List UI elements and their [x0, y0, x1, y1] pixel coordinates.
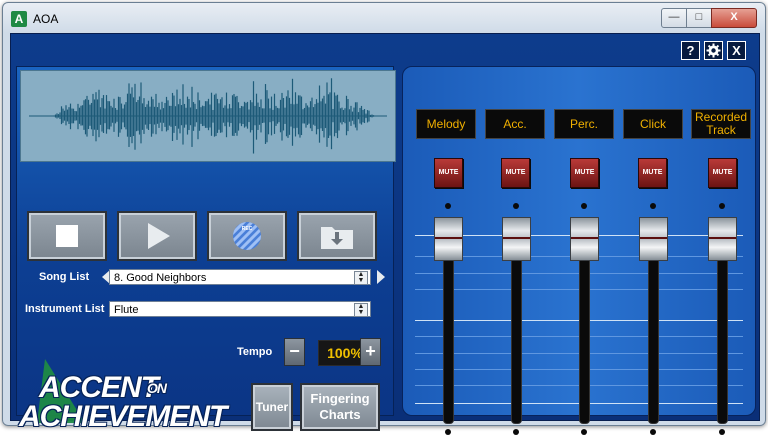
waveform-display [20, 70, 396, 162]
mixer-panel: Melody Acc. Perc. Click Recorded Track M… [402, 66, 756, 435]
logo-on: ON [147, 380, 167, 396]
play-button[interactable] [117, 211, 197, 261]
channel-label-perc: Perc. [554, 109, 614, 139]
song-select-spinner[interactable]: ▲ ▼ [354, 271, 368, 285]
close-window-button[interactable]: X [711, 8, 757, 28]
app-window: A AOA — □ X ? X REC Song List 8. Good Ne… [2, 2, 766, 435]
mute-button-perc[interactable]: MUTE [570, 158, 599, 188]
instrument-select-spinner[interactable]: ▲ ▼ [354, 303, 368, 317]
record-button[interactable]: REC [207, 211, 287, 261]
fader-bottom-dot [581, 429, 587, 435]
song-list-label: Song List [39, 271, 90, 283]
fader-handle-melody[interactable] [434, 217, 463, 261]
play-icon [148, 223, 170, 249]
fingering-line2: Charts [319, 407, 361, 422]
instrument-select-value: Flute [114, 304, 139, 316]
channel-label-acc: Acc. [485, 109, 545, 139]
mute-button-acc[interactable]: MUTE [501, 158, 530, 188]
fader-handle-click[interactable] [639, 217, 668, 261]
window-title: AOA [33, 12, 59, 26]
svg-text:REC: REC [242, 226, 253, 232]
load-file-button[interactable] [297, 211, 377, 261]
mute-button-click[interactable]: MUTE [638, 158, 667, 188]
gear-icon [706, 43, 721, 58]
help-button[interactable]: ? [681, 41, 700, 60]
fader-top-dot [719, 203, 725, 209]
minimize-button[interactable]: — [661, 8, 687, 28]
channel-label-click: Click [623, 109, 683, 139]
fader-bottom-dot [513, 429, 519, 435]
mute-button-melody[interactable]: MUTE [434, 158, 463, 188]
record-striped-icon: REC [233, 222, 261, 250]
stop-button[interactable] [27, 211, 107, 261]
tempo-label: Tempo [237, 346, 273, 358]
channel-label-recorded-track: Recorded Track [691, 109, 751, 139]
fader-handle-acc[interactable] [502, 217, 531, 261]
fingering-charts-button[interactable]: Fingering Charts [300, 383, 380, 431]
maximize-button[interactable]: □ [686, 8, 712, 28]
title-bar: A AOA — □ X [3, 3, 765, 33]
fader-handle-recorded-track[interactable] [708, 217, 737, 261]
instrument-list-label: Instrument List [25, 303, 105, 315]
stop-icon [56, 225, 78, 247]
tempo-decrease-button[interactable]: − [284, 338, 305, 366]
mute-button-recorded-track[interactable]: MUTE [708, 158, 737, 188]
tuner-button[interactable]: Tuner [251, 383, 293, 431]
player-panel: REC Song List 8. Good Neighbors ▲ ▼ Instr… [16, 66, 396, 433]
song-select[interactable]: 8. Good Neighbors ▲ ▼ [109, 269, 371, 285]
fader-bottom-dot [650, 429, 656, 435]
folder-download-icon [321, 227, 353, 249]
next-song-arrow[interactable] [377, 270, 385, 284]
instrument-select[interactable]: Flute ▲ ▼ [109, 301, 371, 317]
waveform [29, 78, 387, 154]
aoa-app-icon: A [11, 11, 27, 27]
fader-top-dot [513, 203, 519, 209]
tempo-increase-button[interactable]: + [360, 338, 381, 366]
recorded-line2: Track [706, 123, 736, 137]
settings-button[interactable] [704, 41, 723, 60]
fader-bottom-dot [445, 429, 451, 435]
client-area: ? X REC Song List 8. Good Neighbors ▲ ▼ … [10, 33, 760, 435]
fader-top-dot [650, 203, 656, 209]
fader-bottom-dot [719, 429, 725, 435]
fingering-line1: Fingering [310, 391, 370, 406]
app-close-button[interactable]: X [727, 41, 746, 60]
song-select-value: 8. Good Neighbors [114, 272, 207, 284]
fader-top-dot [581, 203, 587, 209]
fader-handle-perc[interactable] [570, 217, 599, 261]
channel-label-melody: Melody [416, 109, 476, 139]
fader-top-dot [445, 203, 451, 209]
